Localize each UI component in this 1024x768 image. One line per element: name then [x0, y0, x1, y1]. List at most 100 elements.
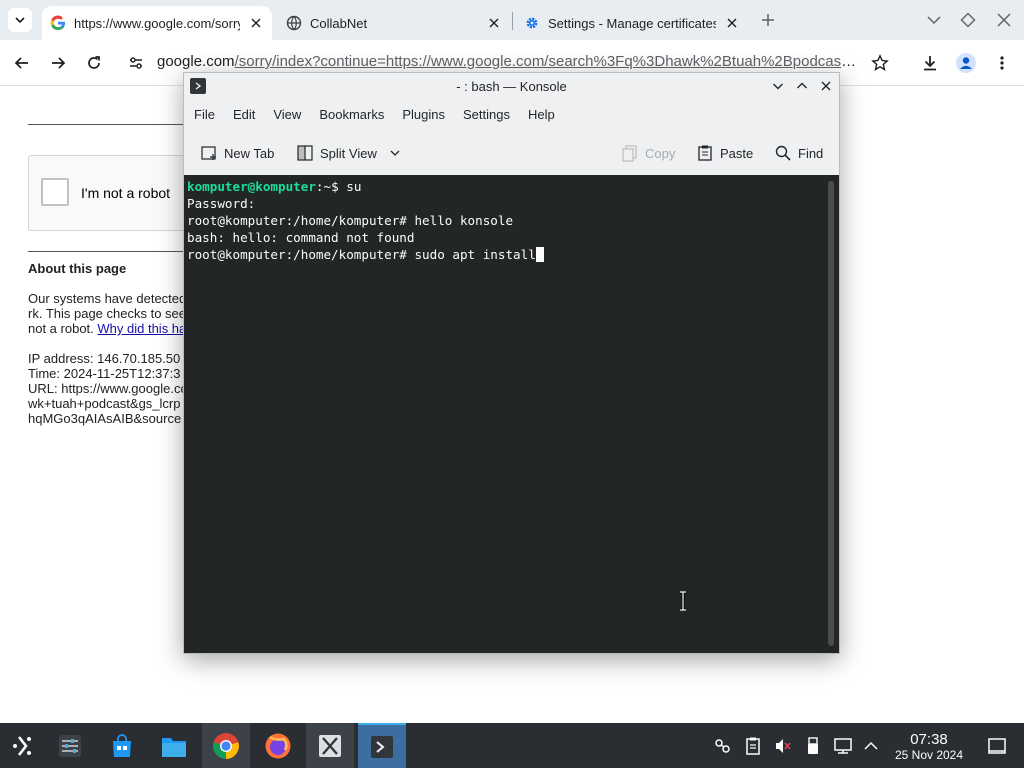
- konsole-toolbar: New Tab Split View Copy Paste Find: [184, 133, 839, 173]
- new-tab-label: New Tab: [224, 145, 275, 161]
- menu-edit[interactable]: Edit: [224, 103, 264, 127]
- window-title: - : bash — Konsole: [456, 78, 567, 94]
- tab-search-button[interactable]: [8, 8, 32, 32]
- x-app-task[interactable]: [306, 723, 354, 768]
- menu-settings[interactable]: Settings: [454, 103, 519, 127]
- copy-button[interactable]: Copy: [621, 142, 675, 164]
- paragraph-line: Our systems have detected: [28, 291, 187, 306]
- bookmark-button[interactable]: [866, 49, 894, 77]
- chrome-icon: [213, 732, 239, 759]
- request-url-cont: wk+tuah+podcast&gs_lcrp: [28, 396, 181, 411]
- plus-icon: [762, 14, 774, 26]
- chevron-up-icon: [797, 82, 807, 89]
- scrollbar[interactable]: [828, 181, 834, 646]
- request-time: Time: 2024-11-25T12:37:3: [28, 366, 181, 381]
- address-bar[interactable]: google.com/sorry/index?continue=https://…: [157, 53, 857, 70]
- menu-view[interactable]: View: [264, 103, 310, 127]
- kebab-menu-icon: [1000, 56, 1004, 70]
- star-icon: [871, 54, 889, 71]
- find-button[interactable]: Find: [774, 142, 823, 164]
- back-button[interactable]: [8, 49, 36, 77]
- google-icon: [50, 15, 66, 31]
- removable-devices-tray[interactable]: [802, 735, 824, 757]
- close-tab-icon[interactable]: [246, 13, 266, 33]
- digital-clock[interactable]: 07:38 25 Nov 2024: [886, 731, 972, 762]
- reload-button[interactable]: [80, 49, 108, 77]
- split-view-button[interactable]: Split View: [296, 142, 401, 164]
- menu-button[interactable]: [988, 49, 1016, 77]
- browser-tab-bar: https://www.google.com/sorry/index Colla…: [0, 0, 1024, 40]
- paste-label: Paste: [720, 145, 754, 161]
- desktop-icon: [988, 738, 1006, 754]
- paste-button[interactable]: Paste: [696, 142, 753, 164]
- search-icon: [774, 144, 792, 162]
- ip-address: IP address: 146.70.185.50: [28, 351, 181, 366]
- recaptcha-checkbox[interactable]: [41, 178, 69, 206]
- why-link[interactable]: Why did this ha: [97, 321, 186, 336]
- tab-collabnet[interactable]: CollabNet: [278, 6, 510, 40]
- tab-settings-certificates[interactable]: Settings - Manage certificates: [516, 6, 748, 40]
- close-button[interactable]: [817, 77, 835, 95]
- network-tray[interactable]: [832, 735, 854, 757]
- tab-title: Settings - Manage certificates: [548, 15, 716, 31]
- close-window-button[interactable]: [992, 8, 1016, 32]
- profile-button[interactable]: [952, 49, 980, 77]
- task-manager-settings[interactable]: [46, 723, 94, 768]
- downloads-button[interactable]: [916, 49, 944, 77]
- new-tab-button[interactable]: New Tab: [200, 142, 274, 164]
- application-launcher[interactable]: [0, 723, 48, 768]
- reload-icon: [88, 56, 100, 69]
- menu-plugins[interactable]: Plugins: [393, 103, 454, 127]
- menu-file[interactable]: File: [184, 103, 224, 127]
- dolphin-file-manager[interactable]: [150, 723, 198, 768]
- recaptcha-label: I'm not a robot: [81, 185, 171, 201]
- forward-button[interactable]: [44, 49, 72, 77]
- url-host: google.com: [157, 53, 235, 70]
- tab-title: CollabNet: [310, 15, 368, 31]
- maximize-button[interactable]: [793, 77, 811, 95]
- sliders-icon: [59, 734, 81, 757]
- usb-drive-icon: [808, 737, 818, 754]
- konsole-task[interactable]: [358, 723, 406, 768]
- menu-bookmarks[interactable]: Bookmarks: [310, 103, 393, 127]
- firefox-task[interactable]: [254, 723, 302, 768]
- chrome-task[interactable]: [202, 723, 250, 768]
- chevron-down-icon: [15, 17, 25, 24]
- terminal-area[interactable]: komputer@komputer:~$ su Password: root@kom…: [184, 175, 839, 653]
- arrow-left-icon: [14, 57, 28, 69]
- terminal-line: Password:: [187, 196, 256, 211]
- show-desktop-button[interactable]: [986, 735, 1008, 757]
- connect-icon: [715, 739, 730, 753]
- terminal-output: komputer@komputer:~$ su Password: root@kom…: [187, 178, 544, 263]
- kde-connect-tray[interactable]: [712, 735, 734, 757]
- volume-muted-icon: [776, 739, 791, 753]
- firefox-icon: [265, 733, 291, 758]
- paragraph-line: rk. This page checks to see: [28, 306, 187, 321]
- konsole-window: - : bash — Konsole File Edit View Bookma…: [183, 72, 840, 654]
- tab-separator: [512, 12, 513, 30]
- volume-tray[interactable]: [772, 735, 794, 757]
- close-tab-icon[interactable]: [484, 13, 504, 33]
- maximize-window-button[interactable]: [956, 8, 980, 32]
- terminal-line: root@komputer:/home/komputer# hello kons…: [187, 213, 514, 228]
- paragraph-line: not a robot. Why did this ha: [28, 321, 186, 336]
- store-bag-icon: [113, 733, 131, 757]
- clipboard-tray[interactable]: [742, 735, 764, 757]
- tab-google-sorry[interactable]: https://www.google.com/sorry/index: [42, 6, 272, 40]
- copy-label: Copy: [645, 145, 676, 161]
- split-view-label: Split View: [320, 145, 377, 161]
- tab-title: https://www.google.com/sorry/index: [74, 15, 240, 31]
- menu-help[interactable]: Help: [519, 103, 564, 127]
- show-hidden-icons[interactable]: [860, 735, 882, 757]
- copy-icon: [621, 144, 639, 162]
- site-info-button[interactable]: [122, 49, 150, 77]
- network-wired-icon: [834, 738, 852, 754]
- new-tab-button[interactable]: [756, 8, 780, 32]
- minimize-button[interactable]: [769, 77, 787, 95]
- find-label: Find: [798, 145, 824, 161]
- command-text: su: [346, 179, 362, 194]
- minimize-window-button[interactable]: [922, 8, 946, 32]
- close-tab-icon[interactable]: [722, 13, 742, 33]
- chevron-down-icon[interactable]: [389, 147, 401, 159]
- discover-store[interactable]: [98, 723, 146, 768]
